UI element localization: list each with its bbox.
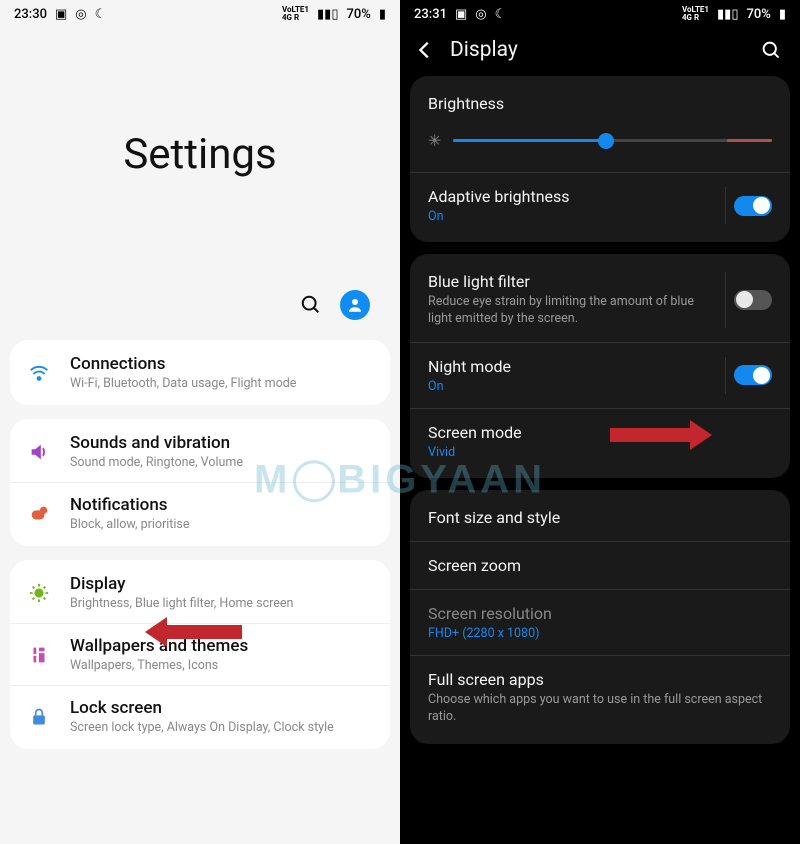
display-layout-card: Font size and style Screen zoom Screen r… xyxy=(410,490,790,744)
item-status: FHD+ (2280 x 1080) xyxy=(428,626,772,641)
display-item-night-mode[interactable]: Night mode On xyxy=(410,342,790,408)
item-title: Screen zoom xyxy=(428,556,772,575)
instagram-icon: ◎ xyxy=(475,7,486,22)
item-subtitle: Wallpapers, Themes, Icons xyxy=(70,658,248,673)
status-time: 23:31 xyxy=(414,7,447,22)
item-status: On xyxy=(428,379,772,394)
item-subtitle: Screen lock type, Always On Display, Clo… xyxy=(70,720,334,735)
back-button[interactable] xyxy=(414,39,436,61)
search-button[interactable] xyxy=(300,294,322,316)
item-title: Full screen apps xyxy=(428,670,772,689)
item-title: Font size and style xyxy=(428,508,772,527)
notification-icon xyxy=(26,503,52,525)
blue-light-toggle[interactable] xyxy=(734,290,772,310)
item-subtitle: Reduce eye strain by limiting the amount… xyxy=(428,294,772,328)
status-bar: 23:30 ▣ ◎ ☾ VoLTE14G R ▮▮▯ 70% ▮ xyxy=(0,0,400,24)
battery-pct: 70% xyxy=(346,7,370,22)
search-icon xyxy=(761,40,782,61)
item-title: Screen mode xyxy=(428,423,772,442)
display-item-full-screen-apps[interactable]: Full screen apps Choose which apps you w… xyxy=(410,655,790,740)
brightness-row: Brightness ✳ xyxy=(410,80,790,172)
display-modes-card: Blue light filter Reduce eye strain by l… xyxy=(410,254,790,478)
item-subtitle: Wi-Fi, Bluetooth, Data usage, Flight mod… xyxy=(70,376,296,391)
moon-icon: ☾ xyxy=(495,7,507,22)
settings-item-connections[interactable]: Connections Wi-Fi, Bluetooth, Data usage… xyxy=(10,342,390,403)
display-item-font[interactable]: Font size and style xyxy=(410,494,790,541)
wallpaper-icon xyxy=(26,644,52,666)
moon-icon: ☾ xyxy=(95,7,107,22)
brightness-card: Brightness ✳ Adaptive brightness On xyxy=(410,76,790,242)
screenshot-icon: ▣ xyxy=(455,7,467,22)
settings-group: Connections Wi-Fi, Bluetooth, Data usage… xyxy=(10,340,390,405)
status-bar: 23:31 ▣ ◎ ☾ VoLTE14G R ▮▮▯ 70% ▮ xyxy=(400,0,800,24)
page-title: Display xyxy=(450,38,747,62)
brightness-slider[interactable] xyxy=(453,139,772,142)
item-title: Sounds and vibration xyxy=(70,433,243,453)
battery-icon: ▮ xyxy=(779,7,786,22)
profile-button[interactable] xyxy=(340,290,370,320)
item-title: Brightness xyxy=(428,94,772,113)
settings-group: Display Brightness, Blue light filter, H… xyxy=(10,560,390,749)
battery-icon: ▮ xyxy=(379,7,386,22)
lock-icon xyxy=(26,707,52,727)
signal-icon: ▮▮▯ xyxy=(717,7,738,22)
volte-indicator: VoLTE14G R xyxy=(682,6,709,22)
item-subtitle: Sound mode, Ringtone, Volume xyxy=(70,455,243,470)
settings-item-lockscreen[interactable]: Lock screen Screen lock type, Always On … xyxy=(10,685,390,747)
item-title: Screen resolution xyxy=(428,604,772,623)
display-header: Display xyxy=(400,24,800,76)
item-status: On xyxy=(428,209,772,224)
item-title: Display xyxy=(70,574,293,594)
display-item-zoom[interactable]: Screen zoom xyxy=(410,541,790,589)
item-title: Blue light filter xyxy=(428,272,772,291)
page-title: Settings xyxy=(123,130,276,179)
battery-pct: 70% xyxy=(746,7,770,22)
settings-item-display[interactable]: Display Brightness, Blue light filter, H… xyxy=(10,562,390,623)
status-time: 23:30 xyxy=(14,7,47,22)
wifi-icon xyxy=(26,362,52,384)
instagram-icon: ◎ xyxy=(75,7,86,22)
settings-screen: 23:30 ▣ ◎ ☾ VoLTE14G R ▮▮▯ 70% ▮ Setting… xyxy=(0,0,400,844)
settings-item-wallpapers[interactable]: Wallpapers and themes Wallpapers, Themes… xyxy=(10,623,390,685)
search-icon xyxy=(300,294,322,316)
item-title: Night mode xyxy=(428,357,772,376)
display-item-adaptive-brightness[interactable]: Adaptive brightness On xyxy=(410,172,790,238)
item-title: Notifications xyxy=(70,495,190,515)
chevron-left-icon xyxy=(414,39,436,61)
display-item-blue-light-filter[interactable]: Blue light filter Reduce eye strain by l… xyxy=(410,258,790,342)
signal-icon: ▮▮▯ xyxy=(317,7,338,22)
adaptive-brightness-toggle[interactable] xyxy=(734,196,772,216)
settings-hero: Settings xyxy=(0,24,400,284)
item-title: Lock screen xyxy=(70,698,334,718)
item-status: Vivid xyxy=(428,445,772,460)
display-settings-screen: 23:31 ▣ ◎ ☾ VoLTE14G R ▮▮▯ 70% ▮ Display… xyxy=(400,0,800,844)
item-subtitle: Block, allow, prioritise xyxy=(70,517,190,532)
display-item-screen-mode[interactable]: Screen mode Vivid xyxy=(410,408,790,474)
settings-item-sounds[interactable]: Sounds and vibration Sound mode, Rington… xyxy=(10,421,390,482)
night-mode-toggle[interactable] xyxy=(734,365,772,385)
sound-icon xyxy=(26,441,52,463)
item-title: Connections xyxy=(70,354,296,374)
display-icon xyxy=(26,582,52,604)
item-subtitle: Brightness, Blue light filter, Home scre… xyxy=(70,596,293,611)
volte-indicator: VoLTE14G R xyxy=(282,6,309,22)
item-title: Adaptive brightness xyxy=(428,187,772,206)
search-button[interactable] xyxy=(761,40,782,61)
item-subtitle: Choose which apps you want to use in the… xyxy=(428,692,772,726)
settings-item-notifications[interactable]: Notifications Block, allow, prioritise xyxy=(10,482,390,544)
screenshot-icon: ▣ xyxy=(55,7,67,22)
item-title: Wallpapers and themes xyxy=(70,636,248,656)
sun-low-icon: ✳ xyxy=(428,131,441,150)
settings-group: Sounds and vibration Sound mode, Rington… xyxy=(10,419,390,546)
display-item-resolution[interactable]: Screen resolution FHD+ (2280 x 1080) xyxy=(410,589,790,655)
avatar-icon xyxy=(346,296,364,314)
